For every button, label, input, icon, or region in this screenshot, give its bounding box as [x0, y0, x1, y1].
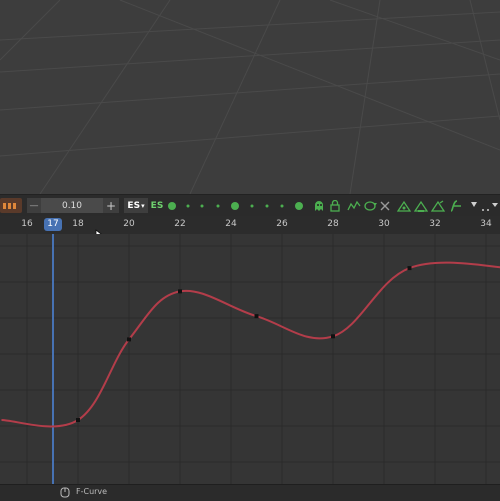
cycle-icon[interactable]: [362, 198, 378, 213]
status-label: F-Curve: [76, 487, 107, 496]
frame-tick: 26: [276, 219, 287, 229]
viewport-floor-grid: [0, 0, 500, 194]
chevron-down-icon: ▾: [141, 202, 145, 210]
ghost-icon[interactable]: [311, 198, 327, 213]
keying-set-label: ES: [150, 198, 164, 213]
keyframe-point[interactable]: [408, 266, 412, 270]
frame-tick: 34: [480, 219, 491, 229]
frame-ruler[interactable]: 16 18 20 22 24 26 28 30 32 34 17: [0, 216, 500, 235]
status-bar: F-Curve: [0, 484, 500, 501]
bars-icon: [2, 201, 20, 211]
normalize-icon[interactable]: [346, 198, 362, 213]
filters-icon[interactable]: [468, 198, 500, 213]
keyframe-point[interactable]: [127, 337, 131, 341]
frame-tick: 20: [123, 219, 134, 229]
keying-set-short: ES: [127, 201, 140, 211]
frame-tick: 28: [327, 219, 338, 229]
keying-set-dropdown[interactable]: ES▾: [124, 198, 148, 213]
keyframe-type-icon[interactable]: [0, 198, 22, 213]
current-frame-indicator[interactable]: 17: [44, 218, 62, 231]
frame-tick: 16: [21, 219, 32, 229]
viewport-3d[interactable]: [0, 0, 500, 194]
keyframe-point[interactable]: [331, 334, 335, 338]
frame-tick: 24: [225, 219, 236, 229]
graph-grid: [0, 234, 500, 484]
frame-tick: 22: [174, 219, 185, 229]
keyframe-point[interactable]: [255, 314, 259, 318]
falloff-icon[interactable]: [413, 198, 429, 213]
close-icon[interactable]: [378, 198, 392, 213]
curve-snap-icon[interactable]: [448, 198, 464, 213]
graph-editor-toolbar: — 0.10 + ES▾ ES: [0, 194, 500, 217]
fcurve-graph[interactable]: [0, 234, 500, 484]
keyframe-point[interactable]: [178, 289, 182, 293]
keyframe-dots-icon[interactable]: [166, 200, 308, 212]
keyframe-point[interactable]: [76, 418, 80, 422]
mouse-icon: [60, 487, 70, 498]
value-field[interactable]: 0.10: [41, 198, 103, 213]
frame-tick: 30: [378, 219, 389, 229]
pivot-icon[interactable]: [430, 198, 446, 213]
lock-icon[interactable]: [328, 198, 342, 213]
fcurve-line[interactable]: [2, 263, 500, 427]
frame-tick: 18: [72, 219, 83, 229]
keyframe-dots-row: [166, 198, 308, 213]
frame-tick: 32: [429, 219, 440, 229]
increment-button[interactable]: +: [103, 198, 119, 213]
graph-editor-area[interactable]: [0, 234, 500, 484]
proportional-edit-icon[interactable]: [396, 198, 412, 213]
decrement-button[interactable]: —: [27, 198, 41, 213]
